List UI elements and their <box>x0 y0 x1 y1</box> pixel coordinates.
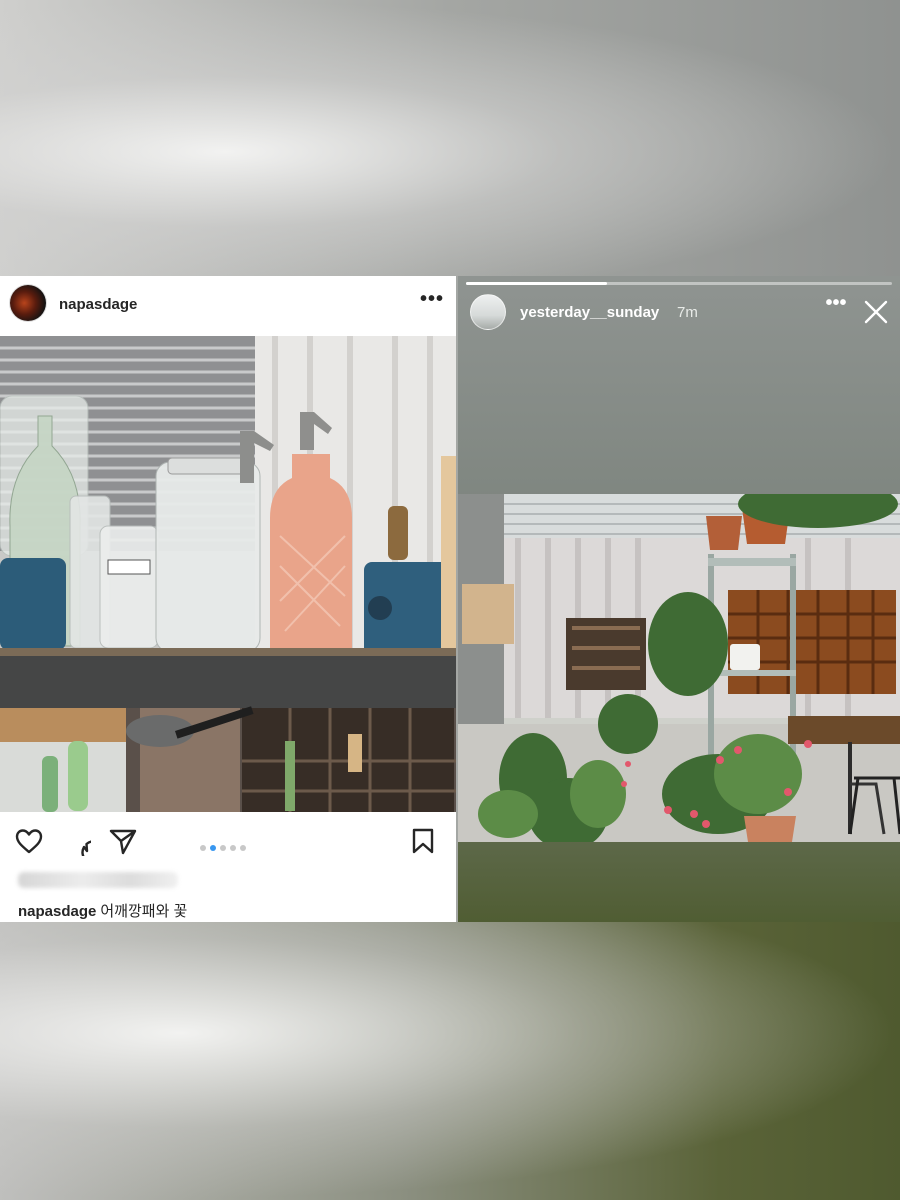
carousel-indicator <box>200 838 250 856</box>
story-progress-bar <box>466 282 892 285</box>
avatar[interactable] <box>10 285 46 321</box>
post-photo[interactable] <box>0 336 456 812</box>
carousel-dot <box>200 845 206 851</box>
more-options-icon[interactable]: ••• <box>420 289 443 310</box>
heart-icon[interactable] <box>14 826 44 856</box>
story-photo[interactable] <box>458 494 900 842</box>
close-icon[interactable] <box>862 298 890 326</box>
story-timestamp: 7m <box>677 304 698 321</box>
more-options-icon[interactable]: ••• <box>824 293 848 314</box>
blurred-background-top <box>0 0 900 276</box>
blurred-background-bottom <box>0 922 900 1200</box>
carousel-dot-active <box>210 845 216 851</box>
paper-plane-icon[interactable] <box>108 826 138 856</box>
instagram-story[interactable]: yesterday__sunday 7m ••• <box>458 276 900 922</box>
post-photo-illustration <box>0 336 456 812</box>
post-header: napasdage ••• <box>0 276 456 334</box>
story-username[interactable]: yesterday__sunday <box>520 304 659 321</box>
carousel-dot <box>230 845 236 851</box>
story-photo-illustration <box>458 494 900 842</box>
carousel-dot <box>240 845 246 851</box>
caption-username[interactable]: napasdage <box>18 903 96 920</box>
carousel-dot <box>220 845 226 851</box>
post-caption: napasdage 어깨깡패와 꽃 <box>18 900 187 921</box>
bookmark-icon[interactable] <box>408 826 438 856</box>
comment-bubble-icon[interactable] <box>61 826 91 856</box>
caption-text: 어깨깡패와 꽃 <box>100 903 188 920</box>
post-action-bar <box>0 816 456 866</box>
story-progress-fill <box>466 282 607 285</box>
blurred-likes-text <box>18 872 178 888</box>
post-username[interactable]: napasdage <box>59 296 137 313</box>
story-avatar[interactable] <box>470 294 506 330</box>
instagram-post: napasdage ••• napasdage 어깨깡패와 꽃 <box>0 276 456 922</box>
